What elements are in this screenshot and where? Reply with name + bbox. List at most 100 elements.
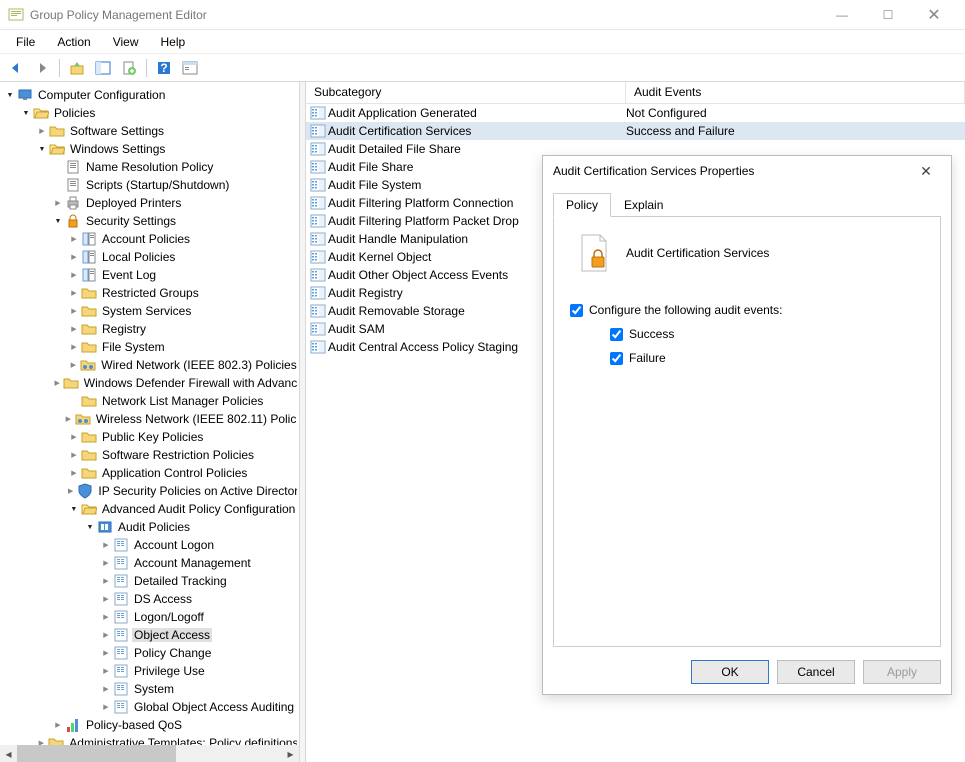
tree-ip-security[interactable]: IP Security Policies on Active Directory <box>0 482 299 500</box>
tree-registry[interactable]: Registry <box>0 320 299 338</box>
tree-ds-access[interactable]: DS Access <box>0 590 299 608</box>
tree-system-services[interactable]: System Services <box>0 302 299 320</box>
expand-icon[interactable] <box>65 485 76 497</box>
expand-icon[interactable] <box>100 665 112 677</box>
tree-network-list-manager[interactable]: Network List Manager Policies <box>0 392 299 410</box>
expand-icon[interactable] <box>100 611 112 623</box>
collapse-icon[interactable] <box>36 143 48 155</box>
apply-button[interactable]: Apply <box>863 660 941 684</box>
column-audit-events[interactable]: Audit Events <box>626 82 965 103</box>
expand-icon[interactable] <box>52 197 64 209</box>
expand-icon[interactable] <box>100 593 112 605</box>
tree-file-system[interactable]: File System <box>0 338 299 356</box>
list-row[interactable]: Audit Application GeneratedNot Configure… <box>306 104 965 122</box>
tree-policy-change[interactable]: Policy Change <box>0 644 299 662</box>
cancel-button[interactable]: Cancel <box>777 660 855 684</box>
tree-account-management[interactable]: Account Management <box>0 554 299 572</box>
expand-icon[interactable] <box>36 125 48 137</box>
collapse-icon[interactable] <box>4 89 16 101</box>
tree-deployed-printers[interactable]: Deployed Printers <box>0 194 299 212</box>
expand-icon[interactable] <box>100 701 112 713</box>
expand-icon[interactable] <box>68 341 80 353</box>
tree-detailed-tracking[interactable]: Detailed Tracking <box>0 572 299 590</box>
expand-icon[interactable] <box>68 431 80 443</box>
tree-system[interactable]: System <box>0 680 299 698</box>
success-checkbox[interactable] <box>610 328 623 341</box>
tree-policies[interactable]: Policies <box>0 104 299 122</box>
tree-windows-settings[interactable]: Windows Settings <box>0 140 299 158</box>
scroll-left-button[interactable]: ◂ <box>0 745 17 762</box>
expand-icon[interactable] <box>68 467 80 479</box>
tree-application-control[interactable]: Application Control Policies <box>0 464 299 482</box>
tree-restricted-groups[interactable]: Restricted Groups <box>0 284 299 302</box>
expand-icon[interactable] <box>100 683 112 695</box>
tab-explain[interactable]: Explain <box>611 193 676 217</box>
collapse-icon[interactable] <box>20 107 32 119</box>
expand-icon[interactable] <box>68 449 80 461</box>
up-button[interactable] <box>65 57 89 79</box>
configure-checkbox[interactable] <box>570 304 583 317</box>
scroll-right-button[interactable]: ▸ <box>282 745 299 762</box>
expand-icon[interactable] <box>67 359 79 371</box>
collapse-icon[interactable] <box>84 521 96 533</box>
minimize-button[interactable]: — <box>819 0 865 30</box>
help-button[interactable]: ? <box>152 57 176 79</box>
expand-icon[interactable] <box>100 575 112 587</box>
tree-event-log[interactable]: Event Log <box>0 266 299 284</box>
tree-account-policies[interactable]: Account Policies <box>0 230 299 248</box>
expand-icon[interactable] <box>100 557 112 569</box>
expand-icon[interactable] <box>53 377 62 389</box>
tree-windows-defender-firewall[interactable]: Windows Defender Firewall with Advanced … <box>0 374 299 392</box>
tree-name-resolution-policy[interactable]: Name Resolution Policy <box>0 158 299 176</box>
forward-button[interactable] <box>30 57 54 79</box>
tree-account-logon[interactable]: Account Logon <box>0 536 299 554</box>
expand-icon[interactable] <box>63 413 74 425</box>
tree-wireless-network[interactable]: Wireless Network (IEEE 802.11) Policies <box>0 410 299 428</box>
tab-policy[interactable]: Policy <box>553 193 611 217</box>
scroll-thumb[interactable] <box>17 745 176 762</box>
expand-icon[interactable] <box>68 323 80 335</box>
dialog-close-button[interactable]: ✕ <box>911 163 941 180</box>
menu-file[interactable]: File <box>6 32 45 52</box>
tree-advanced-audit[interactable]: Advanced Audit Policy Configuration <box>0 500 299 518</box>
expand-icon[interactable] <box>52 719 64 731</box>
tree-security-settings[interactable]: Security Settings <box>0 212 299 230</box>
menu-view[interactable]: View <box>103 32 149 52</box>
expand-icon[interactable] <box>100 629 112 641</box>
expand-icon[interactable] <box>68 287 80 299</box>
collapse-icon[interactable] <box>52 215 64 227</box>
tree-audit-policies[interactable]: Audit Policies <box>0 518 299 536</box>
tree-logon-logoff[interactable]: Logon/Logoff <box>0 608 299 626</box>
show-hide-tree-button[interactable] <box>91 57 115 79</box>
tree-local-policies[interactable]: Local Policies <box>0 248 299 266</box>
tree-software-settings[interactable]: Software Settings <box>0 122 299 140</box>
list-row[interactable]: Audit Certification ServicesSuccess and … <box>306 122 965 140</box>
tree-software-restriction[interactable]: Software Restriction Policies <box>0 446 299 464</box>
dialog-titlebar[interactable]: Audit Certification Services Properties … <box>543 156 951 186</box>
expand-icon[interactable] <box>68 305 80 317</box>
tree-privilege-use[interactable]: Privilege Use <box>0 662 299 680</box>
tree-object-access[interactable]: Object Access <box>0 626 299 644</box>
menu-help[interactable]: Help <box>151 32 196 52</box>
tree-global-object-access[interactable]: Global Object Access Auditing <box>0 698 299 716</box>
ok-button[interactable]: OK <box>691 660 769 684</box>
collapse-icon[interactable] <box>68 503 80 515</box>
scroll-track[interactable] <box>17 745 282 762</box>
tree-wired-network[interactable]: Wired Network (IEEE 802.3) Policies <box>0 356 299 374</box>
tree-computer-configuration[interactable]: Computer Configuration <box>0 86 299 104</box>
expand-icon[interactable] <box>68 269 80 281</box>
back-button[interactable] <box>4 57 28 79</box>
properties-button[interactable] <box>178 57 202 79</box>
maximize-button[interactable]: ☐ <box>865 0 911 30</box>
expand-icon[interactable] <box>68 251 80 263</box>
export-list-button[interactable] <box>117 57 141 79</box>
failure-checkbox[interactable] <box>610 352 623 365</box>
column-subcategory[interactable]: Subcategory <box>306 82 626 103</box>
expand-icon[interactable] <box>100 539 112 551</box>
tree-public-key-policies[interactable]: Public Key Policies <box>0 428 299 446</box>
menu-action[interactable]: Action <box>47 32 100 52</box>
expand-icon[interactable] <box>100 647 112 659</box>
horizontal-scrollbar[interactable]: ◂ ▸ <box>0 745 299 762</box>
tree-policy-based-qos[interactable]: Policy-based QoS <box>0 716 299 734</box>
tree-scripts[interactable]: Scripts (Startup/Shutdown) <box>0 176 299 194</box>
